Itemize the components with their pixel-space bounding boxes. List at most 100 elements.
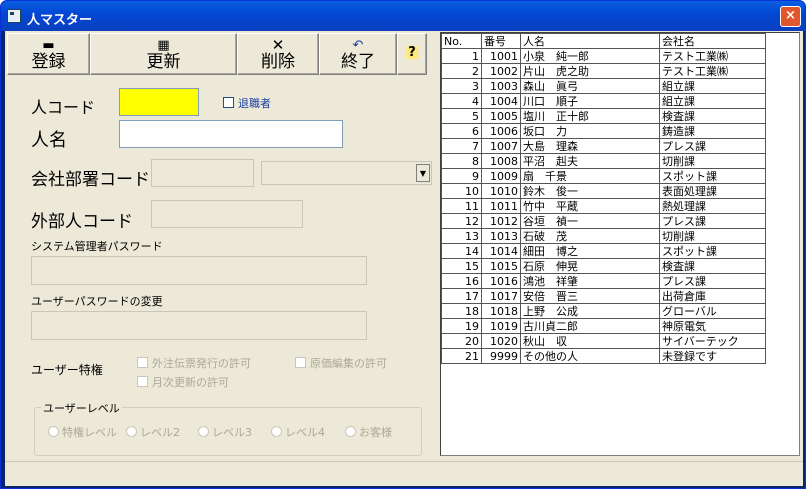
table-row[interactable]: 20 1020 秋山 収サイバーテック (441, 333, 766, 349)
cell-name: 扇 千景 (520, 168, 660, 184)
col-company[interactable]: 会社名 (659, 33, 766, 49)
cell-number: 1014 (481, 243, 521, 259)
cell-company: プレス課 (659, 213, 766, 229)
table-row[interactable]: 2 1002 片山 虎之助 テスト工業㈱ (441, 63, 766, 79)
table-row[interactable]: 6 1006 坂口 力鋳造課 (441, 123, 766, 139)
priv-price-label: 原価編集の許可 (310, 357, 387, 370)
table-row[interactable]: 18 1018 上野 公成 グローバル (441, 303, 766, 319)
cell-name: 古川貞二郎 (520, 318, 660, 334)
cell-number: 1010 (481, 183, 521, 199)
user-level-group: ユーザーレベル 特権レベル レベル2 レベル3 レベル4 お客様 (34, 400, 422, 456)
close-button[interactable]: × (780, 6, 801, 27)
cell-number: 1009 (481, 168, 521, 184)
retired-checkbox[interactable] (223, 97, 234, 108)
cell-no: 7 (441, 138, 482, 154)
cell-no: 18 (441, 303, 482, 319)
table-row[interactable]: 4 1004 川口 順子 組立課 (441, 93, 766, 109)
table-row[interactable]: 14 1014 細田 博之 スポット課 (441, 243, 766, 259)
cell-number: 1018 (481, 303, 521, 319)
cell-company: 検査課 (659, 258, 766, 274)
table-row[interactable]: 11 1011 竹中 平蔵 熱処理課 (441, 198, 766, 214)
app-window: 人マスター × ▬ 登録 ▦ 更新 ✕ 削除 ↶ 終了 ? 人コード 退職者 人… (0, 0, 806, 489)
table-row[interactable]: 5 1005 塩川 正十郎 検査課 (441, 108, 766, 124)
table-row[interactable]: 1 1001 小泉 純一郎 テスト工業㈱ (441, 48, 766, 64)
col-number[interactable]: 番号 (481, 33, 521, 49)
admin-password-field[interactable] (31, 256, 367, 285)
table-row[interactable]: 13 1013 石破 茂切削課 (441, 228, 766, 244)
title-bar[interactable]: 人マスター × (1, 1, 805, 31)
register-button[interactable]: ▬ 登録 (7, 33, 90, 75)
cell-company: 切削課 (659, 228, 766, 244)
level-radio-2[interactable] (126, 426, 137, 437)
cell-name: 安倍 晋三 (520, 288, 660, 304)
help-button[interactable]: ? (397, 33, 427, 75)
level-radio-5[interactable] (345, 426, 356, 437)
cell-no: 15 (441, 258, 482, 274)
cell-no: 3 (441, 78, 482, 94)
update-button[interactable]: ▦ 更新 (90, 33, 237, 75)
person-name-field[interactable] (119, 120, 343, 148)
cell-name: 細田 博之 (520, 243, 660, 259)
cell-no: 5 (441, 108, 482, 124)
table-row[interactable]: 16 1016 鴻池 祥肇 プレス課 (441, 273, 766, 289)
cell-number: 9999 (481, 348, 521, 364)
cell-name: 平沼 赳夫 (520, 153, 660, 169)
table-row[interactable]: 3 1003 森山 眞弓 組立課 (441, 78, 766, 94)
table-header-row: No. 番号 人名 会社名 (441, 33, 766, 49)
cell-name: 川口 順子 (520, 93, 660, 109)
table-row[interactable]: 12 1012 谷垣 禎一 プレス課 (441, 213, 766, 229)
priv-order-checkbox[interactable] (137, 357, 148, 368)
priv-monthly-checkbox[interactable] (137, 376, 148, 387)
cell-number: 1008 (481, 153, 521, 169)
cell-number: 1001 (481, 48, 521, 64)
person-table: No. 番号 人名 会社名 1 1001 小泉 純一郎 テスト工業㈱ 2 1002 片山 虎… (441, 33, 766, 364)
cell-name: 坂口 力 (520, 123, 660, 139)
cell-company: プレス課 (659, 273, 766, 289)
table-row[interactable]: 10 1010 鈴木 俊一 表面処理課 (441, 183, 766, 199)
cell-number: 1017 (481, 288, 521, 304)
level-radio-1[interactable] (48, 426, 59, 437)
cell-name: 小泉 純一郎 (520, 48, 660, 64)
level-radio-4[interactable] (271, 426, 282, 437)
table-row[interactable]: 19 1019 古川貞二郎 神原電気 (441, 318, 766, 334)
cell-name: 谷垣 禎一 (520, 213, 660, 229)
cell-company: 切削課 (659, 153, 766, 169)
cell-company: 出荷倉庫 (659, 288, 766, 304)
dept-code-field[interactable] (151, 159, 254, 187)
exit-button[interactable]: ↶ 終了 (319, 33, 397, 75)
table-row[interactable]: 8 1008 平沼 赳夫 切削課 (441, 153, 766, 169)
table-row[interactable]: 7 1007 大島 理森 プレス課 (441, 138, 766, 154)
table-row[interactable]: 9 1009 扇 千景 スポット課 (441, 168, 766, 184)
cell-company: 未登録です (659, 348, 766, 364)
cell-name: その他の人 (520, 348, 660, 364)
dept-code-label: 会社部署コード (31, 170, 150, 190)
level-label-5: お客様 (359, 426, 392, 439)
level-label-2: レベル2 (140, 426, 180, 439)
priv-price-checkbox[interactable] (295, 357, 306, 368)
col-no[interactable]: No. (441, 33, 482, 49)
cell-no: 12 (441, 213, 482, 229)
cell-company: 検査課 (659, 108, 766, 124)
cell-no: 1 (441, 48, 482, 64)
priv-monthly-label: 月次更新の許可 (152, 376, 229, 389)
col-name[interactable]: 人名 (520, 33, 660, 49)
cell-no: 20 (441, 333, 482, 349)
level-radio-3[interactable] (198, 426, 209, 437)
person-code-field[interactable] (119, 88, 199, 116)
retired-label: 退職者 (238, 97, 271, 110)
table-row[interactable]: 21 9999 その他の人 未登録です (441, 348, 766, 364)
delete-button[interactable]: ✕ 削除 (237, 33, 319, 75)
chevron-down-icon[interactable]: ▼ (416, 164, 430, 182)
person-code-label: 人コード (31, 98, 96, 117)
person-grid[interactable]: No. 番号 人名 会社名 1 1001 小泉 純一郎 テスト工業㈱ 2 1002 片山 虎… (440, 32, 800, 456)
dept-select[interactable]: ▼ (261, 161, 432, 185)
table-row[interactable]: 17 1017 安倍 晋三 出荷倉庫 (441, 288, 766, 304)
admin-password-label: システム管理者パスワード (31, 240, 163, 253)
cell-name: 片山 虎之助 (520, 63, 660, 79)
cell-company: サイバーテック (659, 333, 766, 349)
cell-no: 10 (441, 183, 482, 199)
table-row[interactable]: 15 1015 石原 伸晃 検査課 (441, 258, 766, 274)
external-code-field[interactable] (151, 200, 303, 228)
cell-no: 21 (441, 348, 482, 364)
user-password-field[interactable] (31, 311, 367, 340)
